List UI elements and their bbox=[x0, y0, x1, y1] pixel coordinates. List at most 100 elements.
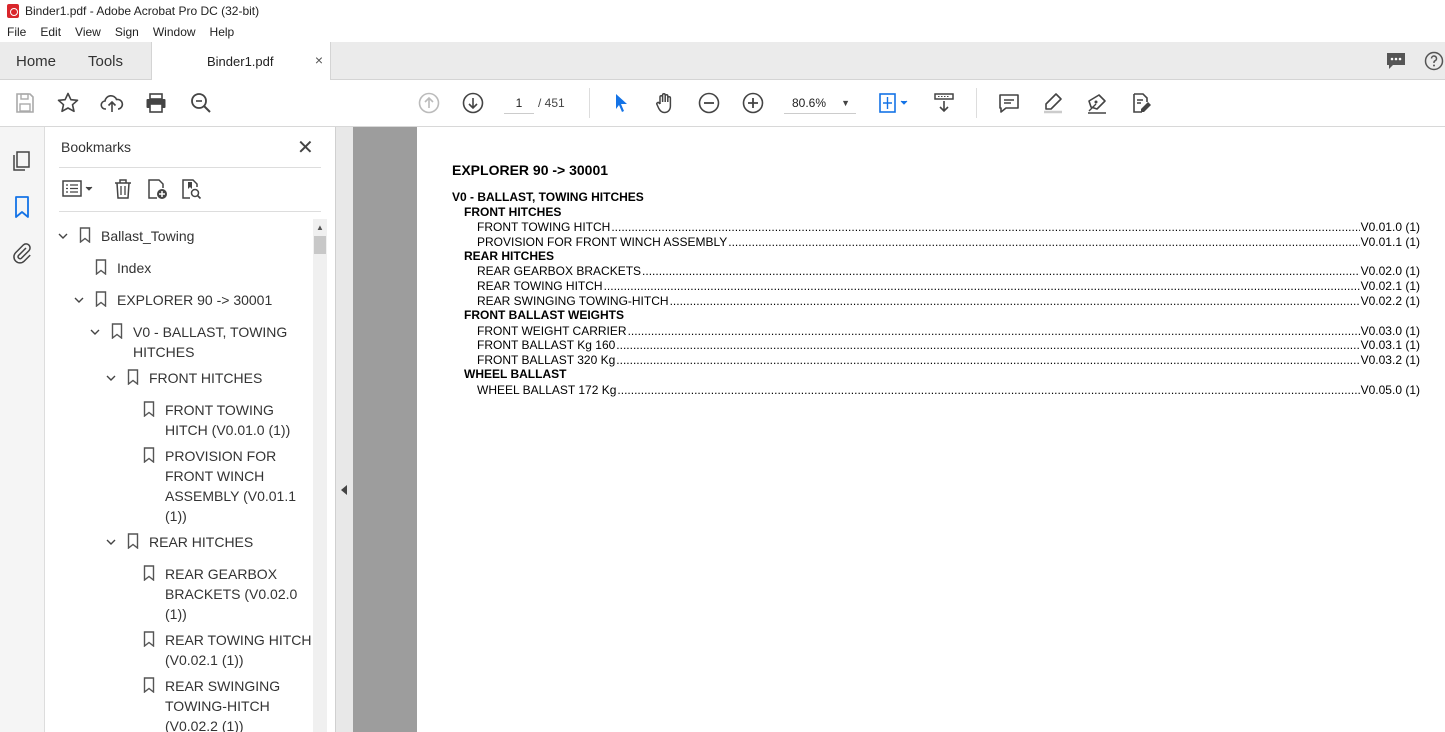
close-tab-icon[interactable]: × bbox=[315, 52, 323, 68]
save-icon[interactable] bbox=[12, 90, 38, 116]
toc-entry[interactable]: REAR GEARBOX BRACKETS V0.02.0 (1) bbox=[477, 264, 1420, 278]
toc-entry-code: V0.02.2 (1) bbox=[1360, 294, 1420, 308]
previous-page-icon[interactable] bbox=[416, 90, 442, 116]
bookmark-label: V0 - BALLAST, TOWING HITCHES bbox=[133, 324, 288, 360]
toc-entry[interactable]: WHEEL BALLAST 172 Kg V0.05.0 (1) bbox=[477, 383, 1420, 397]
bookmark-item[interactable]: REAR SWINGING TOWING-HITCH (V0.02.2 (1)) bbox=[45, 675, 313, 732]
bookmark-item[interactable]: EXPLORER 90 -> 30001 bbox=[45, 289, 313, 311]
attachment-paperclip-icon[interactable] bbox=[10, 241, 34, 265]
close-panel-icon[interactable]: ✕ bbox=[297, 135, 314, 160]
toc-entry[interactable]: REAR SWINGING TOWING-HITCH V0.02.2 (1) bbox=[477, 294, 1420, 308]
bookmark-label: EXPLORER 90 -> 30001 bbox=[117, 292, 273, 308]
toc-entry[interactable]: REAR TOWING HITCH V0.02.1 (1) bbox=[477, 279, 1420, 293]
bookmark-label: FRONT TOWING HITCH (V0.01.0 (1)) bbox=[165, 402, 291, 438]
menu-help[interactable]: Help bbox=[210, 25, 235, 39]
draw-sign-icon[interactable] bbox=[1084, 90, 1110, 116]
toc-entry-text: REAR TOWING HITCH bbox=[477, 279, 603, 293]
delete-bookmark-icon[interactable] bbox=[111, 177, 135, 201]
next-page-icon[interactable] bbox=[460, 90, 486, 116]
menu-bar: File Edit View Sign Window Help bbox=[0, 22, 1445, 42]
bookmark-item[interactable]: FRONT TOWING HITCH (V0.01.0 (1)) bbox=[45, 399, 313, 441]
bookmark-item[interactable]: PROVISION FOR FRONT WINCH ASSEMBLY (V0.0… bbox=[45, 445, 313, 527]
fit-page-icon[interactable] bbox=[876, 90, 912, 116]
toc-entry-code: V0.02.1 (1) bbox=[1360, 279, 1420, 293]
chevron-down-icon[interactable] bbox=[57, 230, 69, 242]
toc-leader-dots bbox=[611, 220, 1359, 234]
bookmark-icon bbox=[143, 401, 155, 417]
star-icon[interactable] bbox=[55, 90, 81, 116]
search-zoom-icon[interactable] bbox=[188, 90, 214, 116]
document-page: EXPLORER 90 -> 30001 V0 - BALLAST, TOWIN… bbox=[417, 127, 1445, 732]
toc-entry[interactable]: PROVISION FOR FRONT WINCH ASSEMBLY V0.01… bbox=[477, 235, 1420, 249]
main-toolbar: 1 / 451 80.6% ▼ bbox=[0, 80, 1445, 127]
toc-leader-dots bbox=[616, 353, 1359, 367]
tab-home[interactable]: Home bbox=[16, 53, 56, 70]
chevron-down-icon[interactable] bbox=[105, 536, 117, 548]
bookmark-item[interactable]: REAR HITCHES bbox=[45, 531, 313, 553]
edit-pdf-icon[interactable] bbox=[1128, 90, 1154, 116]
scrollbar-thumb[interactable] bbox=[314, 236, 326, 254]
bookmark-panel-icon[interactable] bbox=[10, 195, 34, 219]
toc-entry[interactable]: FRONT BALLAST 320 Kg V0.03.2 (1) bbox=[477, 353, 1420, 367]
tab-tools[interactable]: Tools bbox=[88, 53, 123, 70]
hand-tool-icon[interactable] bbox=[652, 90, 678, 116]
bookmark-icon bbox=[143, 447, 155, 463]
bookmark-label: REAR GEARBOX BRACKETS (V0.02.0 (1)) bbox=[165, 566, 298, 622]
zoom-in-icon[interactable] bbox=[740, 90, 766, 116]
bookmark-item[interactable]: V0 - BALLAST, TOWING HITCHES bbox=[45, 321, 313, 363]
group-title: WHEEL BALLAST bbox=[464, 367, 567, 381]
menu-view[interactable]: View bbox=[75, 25, 101, 39]
toolbar-divider bbox=[589, 88, 590, 118]
bookmarks-scrollbar[interactable]: ▲ bbox=[313, 219, 327, 732]
bookmark-label: Index bbox=[117, 260, 152, 276]
chevron-down-icon[interactable] bbox=[73, 294, 85, 306]
menu-sign[interactable]: Sign bbox=[115, 25, 139, 39]
find-bookmark-icon[interactable] bbox=[179, 177, 203, 201]
chevron-down-icon[interactable] bbox=[105, 372, 117, 384]
help-icon[interactable] bbox=[1424, 51, 1444, 76]
comment-icon[interactable] bbox=[996, 90, 1022, 116]
tab-document[interactable]: Binder1.pdf × bbox=[151, 42, 331, 80]
bookmark-label: REAR SWINGING TOWING-HITCH (V0.02.2 (1)) bbox=[165, 678, 281, 732]
toc-entry-text: REAR SWINGING TOWING-HITCH bbox=[477, 294, 669, 308]
panel-collapse-splitter[interactable] bbox=[335, 127, 353, 732]
chevron-down-icon: ▼ bbox=[841, 98, 850, 108]
panel-divider bbox=[59, 167, 321, 168]
menu-window[interactable]: Window bbox=[153, 25, 196, 39]
new-bookmark-icon[interactable] bbox=[145, 177, 169, 201]
toc-leader-dots bbox=[670, 294, 1360, 308]
bookmark-options-icon[interactable] bbox=[61, 177, 97, 201]
toc-entry-code: V0.01.1 (1) bbox=[1360, 235, 1420, 249]
bookmark-item[interactable]: REAR GEARBOX BRACKETS (V0.02.0 (1)) bbox=[45, 563, 313, 625]
scroll-mode-icon[interactable] bbox=[931, 90, 957, 116]
toc-entry-text: PROVISION FOR FRONT WINCH ASSEMBLY bbox=[477, 235, 728, 249]
menu-edit[interactable]: Edit bbox=[40, 25, 61, 39]
navigation-rail bbox=[0, 127, 45, 732]
collapse-arrow-icon[interactable] bbox=[341, 485, 347, 495]
menu-file[interactable]: File bbox=[7, 25, 26, 39]
chevron-down-icon[interactable] bbox=[89, 326, 101, 338]
page-thumbnails-icon[interactable] bbox=[10, 149, 34, 173]
bookmark-item[interactable]: Ballast_Towing bbox=[45, 225, 313, 247]
highlight-pen-icon[interactable] bbox=[1040, 90, 1066, 116]
toc-entry[interactable]: FRONT BALLAST Kg 160 V0.03.1 (1) bbox=[477, 338, 1420, 352]
toc-entry[interactable]: FRONT WEIGHT CARRIER V0.03.0 (1) bbox=[477, 324, 1420, 338]
page-number-input[interactable]: 1 bbox=[504, 92, 534, 114]
zoom-level-select[interactable]: 80.6% ▼ bbox=[784, 92, 856, 114]
bookmark-item[interactable]: Index bbox=[45, 257, 313, 279]
print-icon[interactable] bbox=[143, 90, 169, 116]
select-cursor-icon[interactable] bbox=[608, 90, 634, 116]
toc-entry[interactable]: FRONT TOWING HITCH V0.01.0 (1) bbox=[477, 220, 1420, 234]
scroll-up-arrow-icon[interactable]: ▲ bbox=[316, 223, 324, 232]
bookmark-item[interactable]: REAR TOWING HITCH (V0.02.1 (1)) bbox=[45, 629, 313, 671]
zoom-out-icon[interactable] bbox=[696, 90, 722, 116]
comment-bubble-icon[interactable] bbox=[1385, 51, 1407, 76]
bookmark-item[interactable]: FRONT HITCHES bbox=[45, 367, 313, 389]
tab-bar: Home Tools Binder1.pdf × bbox=[0, 42, 1445, 80]
toc-entry-text: FRONT BALLAST 320 Kg bbox=[477, 353, 616, 367]
toc-entry-code: V0.05.0 (1) bbox=[1360, 383, 1420, 397]
toc-entry-code: V0.03.1 (1) bbox=[1360, 338, 1420, 352]
upload-cloud-icon[interactable] bbox=[99, 90, 125, 116]
bookmark-icon bbox=[143, 677, 155, 693]
toc-entry-text: FRONT WEIGHT CARRIER bbox=[477, 324, 627, 338]
